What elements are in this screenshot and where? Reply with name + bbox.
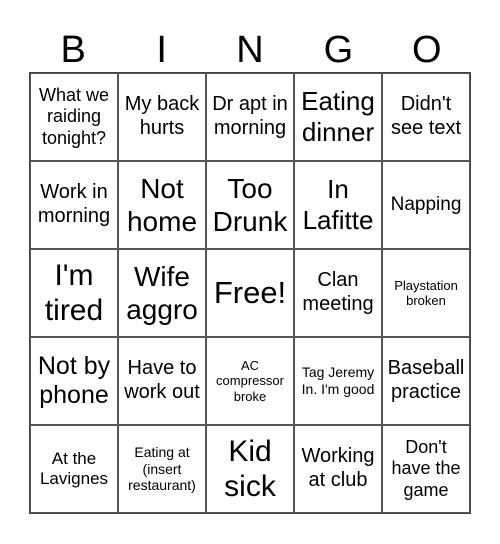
bingo-cell[interactable]: I'm tired [30, 249, 118, 337]
bingo-cell[interactable]: AC compressor broke [206, 337, 294, 425]
header-letter-b: B [60, 29, 86, 71]
bingo-grid: What we raiding tonight? My back hurts D… [29, 72, 471, 514]
header-letter-o: O [412, 29, 442, 71]
bingo-cell[interactable]: Working at club [294, 425, 382, 513]
bingo-cell[interactable]: Wife aggro [118, 249, 206, 337]
bingo-cell[interactable]: Don't have the game [382, 425, 470, 513]
bingo-cell[interactable]: Dr apt in morning [206, 73, 294, 161]
bingo-cell[interactable]: My back hurts [118, 73, 206, 161]
bingo-header: B I N G O [29, 28, 471, 72]
bingo-cell[interactable]: Kid sick [206, 425, 294, 513]
bingo-cell[interactable]: Work in morning [30, 161, 118, 249]
bingo-cell[interactable]: Clan meeting [294, 249, 382, 337]
bingo-cell[interactable]: At the Lavignes [30, 425, 118, 513]
header-letter-g: G [323, 29, 354, 71]
bingo-cell[interactable]: Not by phone [30, 337, 118, 425]
bingo-cell[interactable]: Eating at (insert restaurant) [118, 425, 206, 513]
header-letter-i: I [156, 29, 167, 71]
bingo-cell[interactable]: Didn't see text [382, 73, 470, 161]
bingo-cell[interactable]: Napping [382, 161, 470, 249]
bingo-cell[interactable]: Baseball practice [382, 337, 470, 425]
bingo-cell[interactable]: In Lafitte [294, 161, 382, 249]
bingo-cell[interactable]: Not home [118, 161, 206, 249]
bingo-cell[interactable]: Playstation broken [382, 249, 470, 337]
bingo-cell[interactable]: Tag Jeremy In. I'm good [294, 337, 382, 425]
bingo-cell[interactable]: What we raiding tonight? [30, 73, 118, 161]
bingo-cell[interactable]: Too Drunk [206, 161, 294, 249]
header-letter-n: N [236, 29, 264, 71]
bingo-cell[interactable]: Have to work out [118, 337, 206, 425]
free-space-cell[interactable]: Free! [206, 249, 294, 337]
bingo-cell[interactable]: Eating dinner [294, 73, 382, 161]
